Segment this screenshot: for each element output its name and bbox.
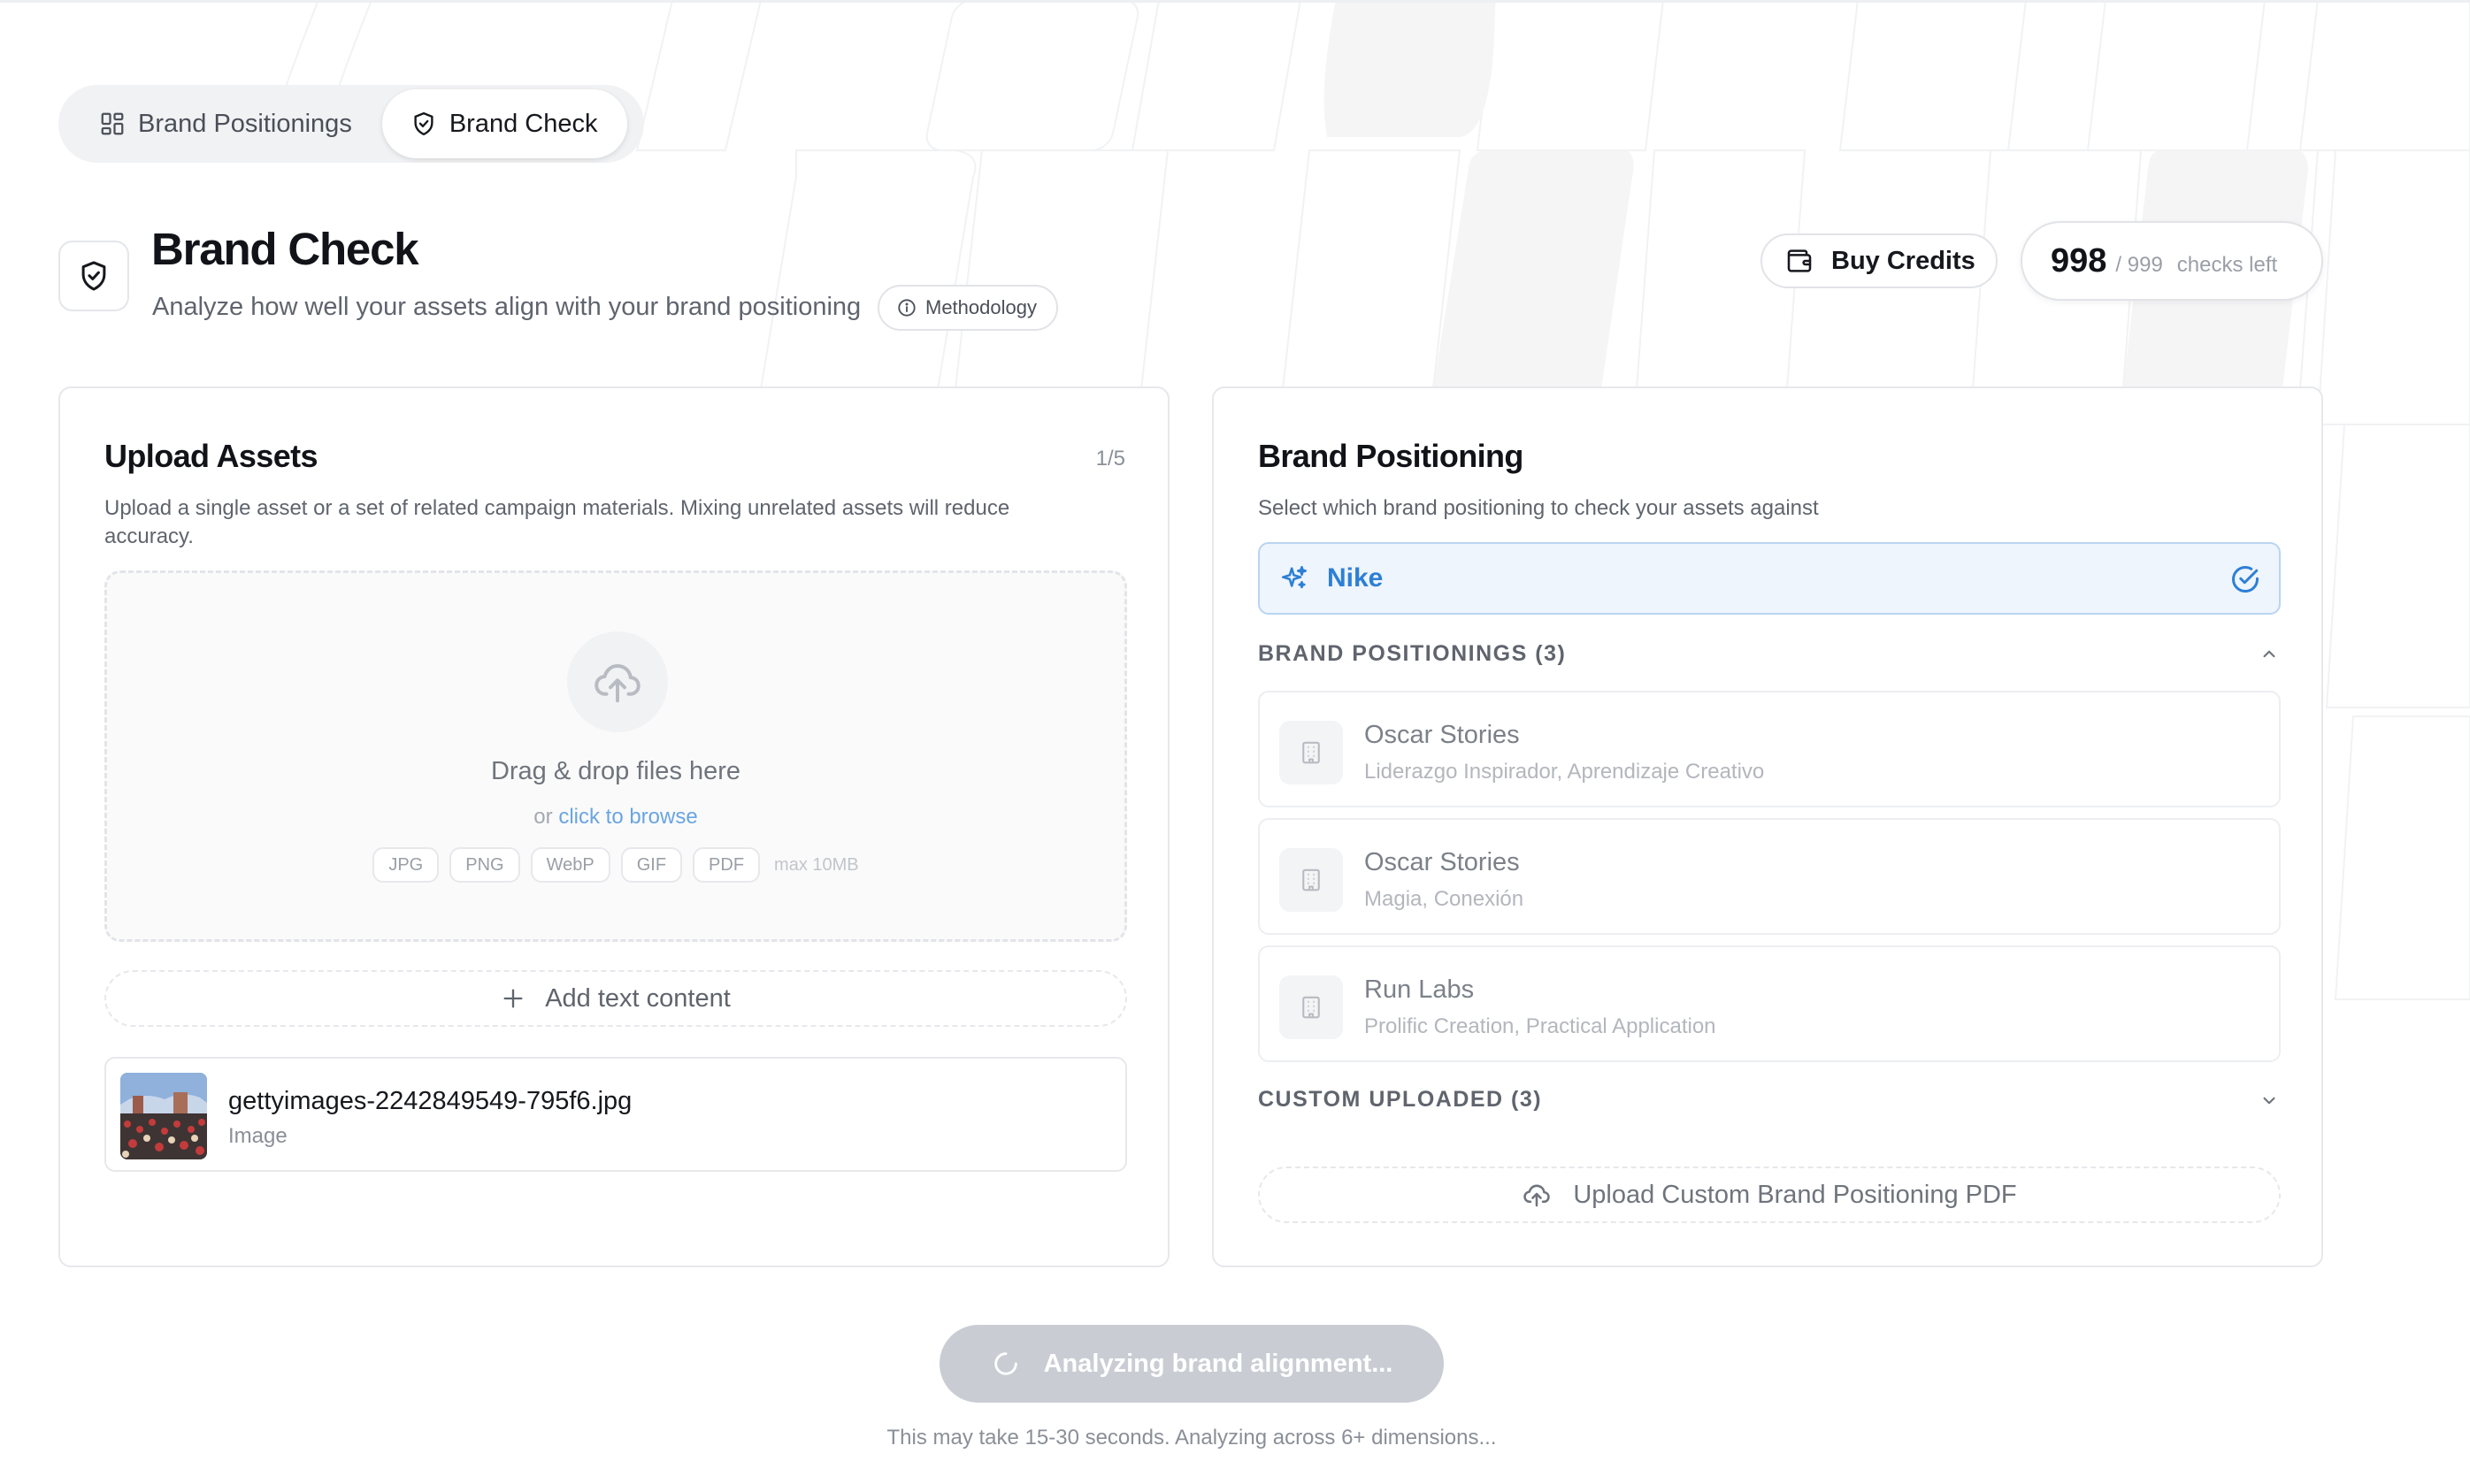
shield-check-icon bbox=[410, 111, 437, 137]
upload-description: Upload a single asset or a set of relate… bbox=[104, 496, 1010, 548]
page-title: Brand Check bbox=[151, 224, 419, 274]
brand-positioning-description: Select which brand positioning to check … bbox=[1258, 496, 1819, 520]
format-badge: JPG bbox=[372, 847, 440, 883]
analyze-button[interactable]: Analyzing brand alignment... bbox=[940, 1325, 1444, 1403]
max-file-size: max 10MB bbox=[774, 854, 859, 875]
methodology-button[interactable]: Methodology bbox=[878, 285, 1058, 331]
dropzone-title: Drag & drop files here bbox=[490, 757, 741, 785]
add-text-label: Add text content bbox=[545, 983, 731, 1013]
info-icon bbox=[897, 298, 917, 317]
brand-positioning-title: Brand Positioning bbox=[1258, 438, 1523, 474]
positioning-item[interactable]: Run Labs Prolific Creation, Practical Ap… bbox=[1258, 945, 2281, 1062]
chevron-up-icon bbox=[2258, 643, 2281, 666]
tab-brand-positionings[interactable]: Brand Positionings bbox=[64, 89, 382, 158]
upload-pdf-label: Upload Custom Brand Positioning PDF bbox=[1573, 1180, 2017, 1209]
file-thumbnail bbox=[120, 1073, 207, 1159]
file-name: gettyimages-2242849549-795f6.jpg bbox=[228, 1087, 633, 1115]
dropzone-subtitle: or click to browse bbox=[107, 805, 1124, 830]
upload-cloud-icon bbox=[1522, 1180, 1552, 1210]
positioning-name: Oscar Stories bbox=[1364, 848, 1520, 876]
selected-brand-option[interactable]: Nike bbox=[1258, 542, 2281, 615]
format-badge: GIF bbox=[620, 847, 683, 883]
upload-custom-pdf-button[interactable]: Upload Custom Brand Positioning PDF bbox=[1258, 1167, 2281, 1223]
positioning-item[interactable]: Oscar Stories Magia, Conexión bbox=[1258, 818, 2281, 935]
dropzone-or-text: or bbox=[533, 805, 553, 829]
credits-remaining: 998 bbox=[2051, 242, 2107, 279]
page-subtitle: Analyze how well your assets align with … bbox=[152, 293, 862, 321]
wallet-icon bbox=[1785, 247, 1814, 275]
format-badge: PNG bbox=[449, 847, 520, 883]
credits-label: checks left bbox=[2176, 253, 2278, 277]
positioning-tags: Magia, Conexión bbox=[1364, 887, 1524, 911]
analyze-label: Analyzing brand alignment... bbox=[1043, 1349, 1393, 1378]
uploaded-file-item[interactable]: gettyimages-2242849549-795f6.jpg Image bbox=[104, 1057, 1127, 1172]
shield-check-icon bbox=[77, 259, 111, 293]
browse-link[interactable]: click to browse bbox=[558, 805, 697, 829]
building-icon bbox=[1279, 721, 1343, 784]
format-badge: WebP bbox=[530, 847, 610, 883]
brand-positionings-toggle[interactable]: BRAND POSITIONINGS (3) bbox=[1258, 641, 2281, 667]
positioning-item[interactable]: Oscar Stories Liderazgo Inspirador, Apre… bbox=[1258, 691, 2281, 807]
selected-brand-name: Nike bbox=[1327, 563, 1384, 593]
credits-counter: 998 / 999 checks left bbox=[2021, 221, 2323, 301]
format-badge: PDF bbox=[693, 847, 761, 883]
view-tabs: Brand Positionings Brand Check bbox=[58, 85, 644, 163]
upload-title: Upload Assets bbox=[104, 438, 318, 474]
asset-count: 1/5 bbox=[1095, 447, 1125, 470]
spinner-icon bbox=[991, 1349, 1021, 1379]
add-text-content-button[interactable]: Add text content bbox=[104, 970, 1127, 1027]
buy-credits-button[interactable]: Buy Credits bbox=[1760, 233, 1998, 288]
upload-assets-card: Upload Assets 1/5 Upload a single asset … bbox=[58, 386, 1170, 1267]
page-icon bbox=[58, 241, 129, 311]
file-type: Image bbox=[228, 1124, 288, 1148]
section-label: BRAND POSITIONINGS (3) bbox=[1258, 641, 1567, 666]
tab-label: Brand Positionings bbox=[138, 109, 352, 138]
file-dropzone[interactable]: Drag & drop files here or click to brows… bbox=[104, 570, 1127, 942]
credits-total: / 999 bbox=[2115, 253, 2163, 277]
methodology-label: Methodology bbox=[925, 296, 1037, 318]
positioning-tags: Prolific Creation, Practical Application bbox=[1364, 1014, 1716, 1038]
check-circle-icon bbox=[2229, 563, 2261, 595]
sparkles-icon bbox=[1279, 563, 1309, 593]
building-icon bbox=[1279, 975, 1343, 1039]
building-icon bbox=[1279, 848, 1343, 912]
tab-label: Brand Check bbox=[449, 109, 598, 138]
grid-icon bbox=[99, 111, 126, 137]
buy-credits-label: Buy Credits bbox=[1831, 246, 1975, 275]
chevron-down-icon bbox=[2258, 1089, 2281, 1112]
supported-formats: JPG PNG WebP GIF PDF max 10MB bbox=[107, 847, 1124, 883]
brand-positioning-card: Brand Positioning Select which brand pos… bbox=[1212, 386, 2323, 1267]
positioning-name: Run Labs bbox=[1364, 975, 1475, 1004]
positioning-name: Oscar Stories bbox=[1364, 721, 1520, 749]
upload-cloud-icon bbox=[567, 631, 668, 732]
plus-icon bbox=[501, 986, 525, 1011]
custom-uploaded-toggle[interactable]: CUSTOM UPLOADED (3) bbox=[1258, 1087, 2281, 1113]
positioning-tags: Liderazgo Inspirador, Aprendizaje Creati… bbox=[1364, 760, 1765, 784]
section-label: CUSTOM UPLOADED (3) bbox=[1258, 1087, 1543, 1112]
tab-brand-check[interactable]: Brand Check bbox=[381, 89, 628, 158]
analyze-status-note: This may take 15-30 seconds. Analyzing a… bbox=[886, 1426, 1497, 1450]
